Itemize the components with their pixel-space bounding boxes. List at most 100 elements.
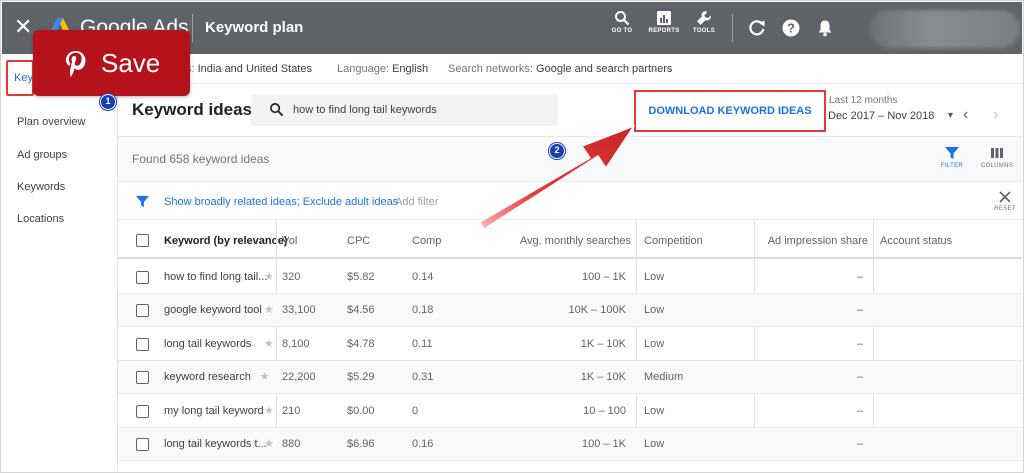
networks-setting[interactable]: Search networks: Google and search partn… [448,63,672,75]
cell-competition: Medium [644,371,684,383]
save-label: Save [101,48,161,78]
keyword-search-input[interactable] [293,100,543,120]
help-icon[interactable]: ? [781,18,801,38]
reset-button[interactable]: RESET [992,191,1018,212]
sidebar: Key Plan overview Ad groups Keywords Loc… [2,54,118,471]
cell-competition: Low [644,438,665,450]
svg-text:?: ? [787,21,795,36]
cell-competition: Low [644,338,665,350]
star-icon[interactable]: ★ [260,370,270,383]
star-icon[interactable]: ★ [264,270,274,283]
cell-vol: 320 [282,271,301,283]
star-icon[interactable]: ★ [264,437,274,450]
next-period-icon[interactable]: › [993,106,998,124]
date-range-value[interactable]: Dec 2017 – Nov 2018 [828,110,934,122]
filter-chips-link[interactable]: Show broadly related ideas; Exclude adul… [164,196,398,208]
header-divider-2 [732,14,733,42]
cell-avg: 1K – 10K [580,371,626,383]
download-keyword-ideas-button[interactable]: DOWNLOAD KEYWORD IDEAS [634,90,826,132]
sidebar-item-label: Key [14,72,33,84]
table-row[interactable]: long tail keywords ★ 8,100 $4.78 0.11 1K – 10… [118,328,1022,361]
cell-cpc: $4.78 [347,338,375,350]
cell-impression: – [856,271,863,283]
cell-impression: – [856,438,863,450]
cell-impression: – [856,371,863,383]
wrench-icon [697,11,711,25]
add-filter-button[interactable]: Add filter [395,196,438,208]
account-avatar[interactable] [870,10,1020,48]
header-divider [192,14,193,42]
reports-button[interactable]: REPORTS [642,10,686,34]
row-checkbox[interactable] [136,371,149,384]
row-checkbox[interactable] [136,304,149,317]
filter-button[interactable]: FILTER [938,146,966,169]
column-header-account-status[interactable]: Account status [880,235,952,247]
sidebar-item-plan-overview[interactable]: Plan overview [17,116,85,128]
cell-keyword: keyword research [164,371,251,383]
cell-keyword: long tail keywords [164,338,252,350]
keyword-ideas-title: Keyword ideas [132,100,252,119]
close-icon[interactable]: ✕ [14,16,32,38]
date-range-label: Last 12 months [829,95,898,106]
column-header-vol[interactable]: Vol [282,235,297,247]
sidebar-item-keyword-ideas[interactable]: Key [6,60,34,96]
cell-comp: 0.14 [412,271,434,283]
cell-keyword: my long tail keyword [164,405,264,417]
language-value: English [392,63,429,75]
cell-avg: 10 – 100 [583,405,626,417]
row-checkbox[interactable] [136,405,149,418]
refresh-icon[interactable] [747,18,767,38]
column-header-competition[interactable]: Competition [644,235,703,247]
column-header-avg-monthly-searches[interactable]: Avg. monthly searches [513,235,631,247]
keyword-search-box[interactable] [251,94,558,126]
star-icon[interactable]: ★ [264,337,274,350]
previous-period-icon[interactable]: ‹ [963,106,968,124]
step-2-badge: 2 [549,143,565,159]
cell-keyword: how to find long tail... [164,271,268,283]
table-row[interactable]: long tail keywords t... ★ 880 $6.96 0.16 100 … [118,428,1022,461]
row-checkbox[interactable] [136,438,149,451]
reset-label: RESET [994,206,1016,212]
locations-value: India and United States [197,63,312,75]
column-header-keyword[interactable]: Keyword (by relevance) [164,235,288,247]
go-to-button[interactable]: GO TO [600,10,644,34]
language-setting[interactable]: Language: English [337,63,428,75]
date-range-dropdown-icon[interactable]: ▼ [946,110,955,120]
tools-label: TOOLS [692,28,716,34]
table-row[interactable]: keyword research ★ 22,200 $5.29 0.31 1K – 10K… [118,361,1022,394]
search-icon [270,103,284,117]
select-all-checkbox[interactable] [136,234,149,247]
cell-impression: – [856,304,863,316]
cell-keyword: google keyword tool [164,304,262,316]
notifications-bell-icon[interactable] [815,18,835,38]
column-header-ad-impression-share[interactable]: Ad impression share [738,235,868,247]
cell-cpc: $6.96 [347,438,375,450]
results-count: Found 658 keyword ideas [132,152,270,166]
column-header-comp[interactable]: Comp [412,235,441,247]
row-checkbox[interactable] [136,338,149,351]
tools-button[interactable]: TOOLS [682,10,726,34]
pinterest-save-button[interactable]: Save [33,30,190,96]
columns-button[interactable]: COLUMNS [980,146,1014,169]
cell-cpc: $4.56 [347,304,375,316]
cell-competition: Low [644,304,665,316]
cell-avg: 100 – 1K [581,271,626,283]
sidebar-item-locations[interactable]: Locations [17,213,64,225]
filter-icon [136,195,149,208]
language-label: Language: [337,63,389,75]
sidebar-item-ad-groups[interactable]: Ad groups [17,149,67,161]
table-header-row: Keyword (by relevance) Vol CPC Comp Avg.… [118,221,1022,259]
reports-label: REPORTS [648,28,680,34]
locations-setting[interactable]: s: India and United States [186,63,312,75]
star-icon[interactable]: ★ [264,404,274,417]
pinterest-icon [66,51,86,77]
sidebar-item-keywords[interactable]: Keywords [17,181,65,193]
star-icon[interactable]: ★ [264,303,274,316]
table-row[interactable]: google keyword tool ★ 33,100 $4.56 0.18 10K –… [118,294,1022,327]
row-checkbox[interactable] [136,271,149,284]
close-icon [999,191,1011,203]
table-row[interactable]: my long tail keyword ★ 210 $0.00 0 10 – 100 Lo… [118,395,1022,428]
table-row[interactable]: how to find long tail... ★ 320 $5.82 0.14 100… [118,261,1022,294]
column-header-cpc[interactable]: CPC [347,235,370,247]
cell-impression: – [856,338,863,350]
